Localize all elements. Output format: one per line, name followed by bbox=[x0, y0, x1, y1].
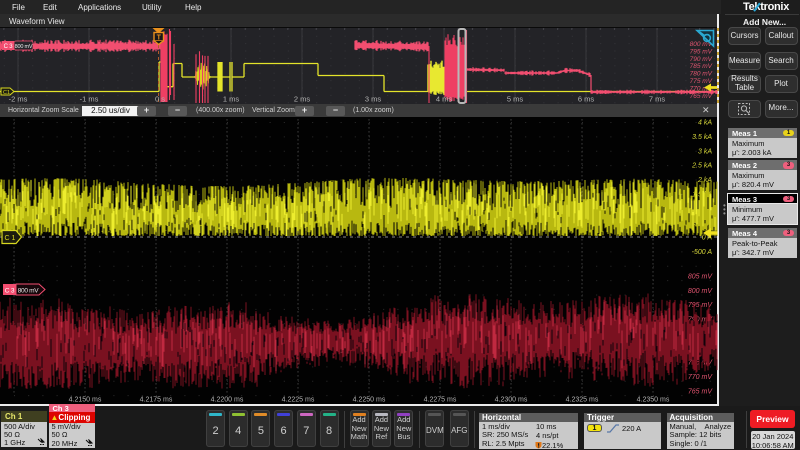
svg-text:3 kA: 3 kA bbox=[698, 148, 712, 155]
svg-text:3.5 kA: 3.5 kA bbox=[692, 134, 712, 141]
svg-text:770 mV: 770 mV bbox=[688, 374, 713, 381]
svg-text:1 ms: 1 ms bbox=[223, 95, 240, 104]
svg-text:4.2200 ms: 4.2200 ms bbox=[211, 397, 244, 404]
svg-text:780 mV: 780 mV bbox=[690, 71, 713, 78]
svg-text:C 3: C 3 bbox=[5, 288, 15, 295]
svg-text:4.2300 ms: 4.2300 ms bbox=[495, 397, 528, 404]
svg-text:800 mV: 800 mV bbox=[18, 287, 40, 294]
svg-text:4.2175 ms: 4.2175 ms bbox=[140, 397, 173, 404]
svg-text:2 kA: 2 kA bbox=[697, 177, 712, 184]
svg-text:785 mV: 785 mV bbox=[690, 63, 713, 70]
svg-text:-1 ms: -1 ms bbox=[80, 95, 99, 104]
svg-text:-500 A: -500 A bbox=[692, 249, 713, 256]
svg-text:4.2250 ms: 4.2250 ms bbox=[353, 397, 386, 404]
svg-text:-2 ms: -2 ms bbox=[9, 95, 28, 104]
svg-text:T: T bbox=[157, 35, 162, 42]
svg-text:4.2350 ms: 4.2350 ms bbox=[637, 397, 670, 404]
svg-text:C 1: C 1 bbox=[5, 235, 16, 242]
svg-text:800 mV: 800 mV bbox=[688, 288, 713, 295]
svg-text:5 ms: 5 ms bbox=[507, 95, 524, 104]
svg-text:0 s: 0 s bbox=[155, 95, 165, 104]
svg-text:4.2275 ms: 4.2275 ms bbox=[424, 397, 457, 404]
svg-text:4.2225 ms: 4.2225 ms bbox=[282, 397, 315, 404]
svg-text:800 mV: 800 mV bbox=[15, 44, 33, 50]
svg-text:C 3: C 3 bbox=[4, 44, 14, 50]
svg-text:775 mV: 775 mV bbox=[690, 78, 713, 85]
svg-text:790 mV: 790 mV bbox=[690, 56, 713, 63]
svg-text:765 mV: 765 mV bbox=[690, 93, 713, 100]
svg-text:4 ms: 4 ms bbox=[436, 95, 453, 104]
svg-text:805 mV: 805 mV bbox=[688, 274, 713, 281]
svg-text:765 mV: 765 mV bbox=[688, 388, 713, 395]
svg-text:2.5 kA: 2.5 kA bbox=[691, 163, 712, 170]
svg-text:795 mV: 795 mV bbox=[690, 48, 713, 55]
svg-text:4.2150 ms: 4.2150 ms bbox=[69, 397, 102, 404]
svg-text:7 ms: 7 ms bbox=[649, 95, 666, 104]
svg-text:3 ms: 3 ms bbox=[365, 95, 382, 104]
svg-text:C1: C1 bbox=[3, 90, 10, 96]
svg-text:2 ms: 2 ms bbox=[294, 95, 311, 104]
svg-text:4 kA: 4 kA bbox=[698, 120, 712, 127]
svg-text:6 ms: 6 ms bbox=[578, 95, 595, 104]
svg-text:4.2325 ms: 4.2325 ms bbox=[566, 397, 599, 404]
